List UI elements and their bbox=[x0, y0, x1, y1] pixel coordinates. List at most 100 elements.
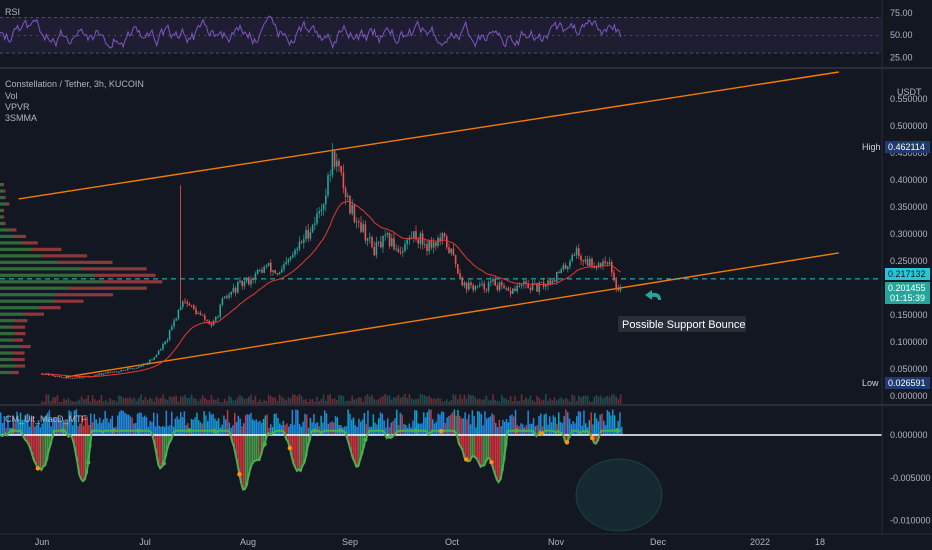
volume-bar-256 bbox=[604, 396, 606, 404]
macd-dot-35 bbox=[60, 428, 66, 433]
volume-bar-86 bbox=[230, 397, 232, 404]
candle-body-134 bbox=[336, 160, 338, 167]
candle-body-260 bbox=[613, 272, 615, 281]
candle-body-176 bbox=[428, 240, 430, 252]
candle-body-208 bbox=[498, 282, 501, 290]
level-value: 0.217132 bbox=[888, 269, 926, 279]
macd-pos-bar-290 bbox=[522, 424, 524, 435]
volume-bar-18 bbox=[80, 396, 83, 404]
macd-pos-bar-65 bbox=[117, 415, 119, 435]
vpvr-sell-5 bbox=[13, 338, 24, 342]
vpvr-sell-8 bbox=[14, 319, 28, 323]
volume-bar-144 bbox=[358, 397, 360, 404]
candle-body-241 bbox=[571, 254, 573, 262]
volume-bar-1 bbox=[43, 401, 45, 404]
candle-body-57 bbox=[166, 339, 169, 342]
volume-bar-81 bbox=[219, 401, 221, 404]
vpvr-sell-3 bbox=[12, 351, 25, 355]
macd-pos-bar-60 bbox=[108, 422, 110, 435]
candle-body-132 bbox=[331, 151, 334, 176]
channel-upper-line[interactable] bbox=[18, 71, 839, 200]
candle-body-116 bbox=[296, 248, 298, 251]
volume-bar-205 bbox=[492, 394, 494, 404]
macd-pos-bar-144 bbox=[259, 420, 261, 435]
candle-body-255 bbox=[602, 261, 604, 266]
macd-pos-bar-263 bbox=[473, 415, 475, 435]
candle-body-117 bbox=[298, 241, 301, 249]
vpvr-buy-20 bbox=[0, 241, 22, 245]
rsi-label: RSI bbox=[5, 7, 20, 17]
macd-dot-77 bbox=[136, 428, 141, 433]
candle-body-94 bbox=[248, 277, 250, 285]
volume-bar-143 bbox=[355, 398, 358, 404]
candle-body-144 bbox=[358, 221, 360, 223]
macd-pos-bar-195 bbox=[351, 419, 353, 435]
vpvr-sell-7 bbox=[11, 325, 26, 329]
macd-pos-bar-75 bbox=[135, 423, 137, 435]
volume-bar-231 bbox=[549, 398, 551, 404]
candle-body-215 bbox=[514, 288, 516, 292]
candle-body-229 bbox=[545, 285, 547, 287]
macd-pos-bar-210 bbox=[378, 418, 380, 435]
candle-body-135 bbox=[338, 160, 340, 167]
chart-stage[interactable]: RSI 75.00 50.00 25.00 Constellation / Teth… bbox=[0, 0, 932, 550]
volume-bar-123 bbox=[311, 399, 314, 404]
candle-body-256 bbox=[604, 261, 606, 264]
macd-neg-bar-89 bbox=[160, 435, 162, 469]
volume-bar-254 bbox=[600, 395, 602, 404]
time-tick-5: Nov bbox=[548, 537, 565, 547]
price-pane: Constellation / Tether, 3h, KUCOIN Vol V… bbox=[0, 71, 930, 404]
volume-bar-61 bbox=[175, 395, 177, 404]
macd-pos-bar-80 bbox=[144, 415, 146, 435]
vpvr-buy-18 bbox=[0, 254, 42, 258]
volume-bar-89 bbox=[237, 397, 239, 404]
candle-body-123 bbox=[311, 224, 314, 233]
macd-pos-bar-160 bbox=[288, 426, 290, 435]
macd-neg-bar-266 bbox=[478, 435, 481, 463]
macd-pos-bar-279 bbox=[502, 419, 504, 435]
support-annotation[interactable]: Possible Support Bounce bbox=[618, 290, 746, 332]
volume-bar-104 bbox=[270, 395, 272, 404]
volume-bar-229 bbox=[545, 394, 547, 404]
macd-pos-bar-161 bbox=[289, 424, 292, 435]
volume-bar-166 bbox=[406, 397, 408, 404]
macd-pos-bar-121 bbox=[217, 418, 220, 435]
volume-bar-74 bbox=[204, 397, 206, 404]
volume-bar-227 bbox=[540, 400, 543, 404]
volume-bar-98 bbox=[256, 401, 259, 404]
volume-bar-87 bbox=[232, 400, 235, 404]
macd-pos-bar-270 bbox=[486, 418, 488, 435]
macd-pos-bar-280 bbox=[504, 421, 506, 435]
rsi-axis: 75.00 50.00 25.00 bbox=[890, 8, 913, 63]
macd-neg-bar-264 bbox=[475, 435, 477, 458]
vpvr-buy-6 bbox=[0, 332, 15, 336]
vpvr-sell-29 bbox=[1, 182, 4, 187]
macd-pos-bar-193 bbox=[347, 409, 349, 435]
macd-pos-bar-49 bbox=[88, 424, 90, 435]
volume-bar-32 bbox=[111, 400, 114, 404]
macd-pos-bar-43 bbox=[77, 426, 79, 435]
candle-body-44 bbox=[138, 366, 140, 368]
macd-pos-bar-79 bbox=[142, 416, 144, 435]
volume-bar-179 bbox=[435, 399, 437, 404]
volume-bar-37 bbox=[122, 398, 125, 404]
macd-pos-bar-185 bbox=[333, 422, 335, 435]
candle-body-101 bbox=[263, 266, 265, 273]
volume-bar-91 bbox=[241, 396, 243, 404]
volume-bar-216 bbox=[516, 400, 518, 404]
volume-bar-120 bbox=[305, 398, 307, 404]
candle-body-51 bbox=[153, 357, 155, 360]
volume-bar-236 bbox=[560, 397, 562, 404]
macd-neg-bar-135 bbox=[243, 435, 245, 490]
channel-lower-line[interactable] bbox=[65, 252, 839, 378]
high-label: High bbox=[862, 142, 881, 152]
macd-pos-bar-181 bbox=[325, 413, 328, 435]
macd-pos-bar-53 bbox=[95, 419, 97, 435]
candle-body-97 bbox=[254, 273, 257, 280]
candle-body-171 bbox=[417, 239, 419, 244]
volume-bar-103 bbox=[267, 394, 270, 404]
vpvr-buy-7 bbox=[0, 325, 12, 329]
candle-body-7 bbox=[56, 375, 59, 377]
volume-bar-244 bbox=[578, 395, 580, 404]
volume-bar-165 bbox=[404, 394, 406, 404]
